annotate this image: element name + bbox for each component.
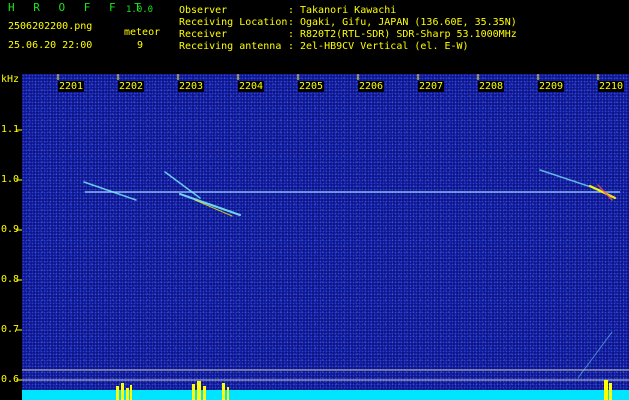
time-tick-label: 2206 xyxy=(358,81,385,92)
meteor-echo xyxy=(577,331,613,379)
freq-tick-label: 0.9 xyxy=(1,224,20,235)
time-tick-label: 2201 xyxy=(58,81,85,92)
time-tick-marks xyxy=(57,74,599,80)
time-tick-label: 2209 xyxy=(538,81,565,92)
time-tick-label: 2207 xyxy=(418,81,445,92)
time-tick-label: 2202 xyxy=(118,81,145,92)
meteor-echoes xyxy=(83,169,617,379)
meteor-echo-hot xyxy=(194,199,233,217)
signal-strength-strip xyxy=(22,390,629,400)
freq-tick-label: 1.1 xyxy=(1,124,20,135)
time-tick-label: 2208 xyxy=(478,81,505,92)
time-tick-label: 2210 xyxy=(598,81,625,92)
freq-tick-label: 1.0 xyxy=(1,174,20,185)
meteor-echo xyxy=(179,193,241,216)
freq-tick-label: 0.6 xyxy=(1,374,20,385)
time-tick-label: 2205 xyxy=(298,81,325,92)
time-tick-label: 2204 xyxy=(238,81,265,92)
spectrogram-overlay xyxy=(16,74,629,400)
freq-tick-marks xyxy=(16,129,22,381)
freq-tick-label: 0.7 xyxy=(1,324,20,335)
meteor-echo xyxy=(83,181,137,201)
frequency-unit-label: kHz xyxy=(1,74,20,85)
time-tick-label: 2203 xyxy=(178,81,205,92)
freq-tick-label: 0.8 xyxy=(1,274,20,285)
